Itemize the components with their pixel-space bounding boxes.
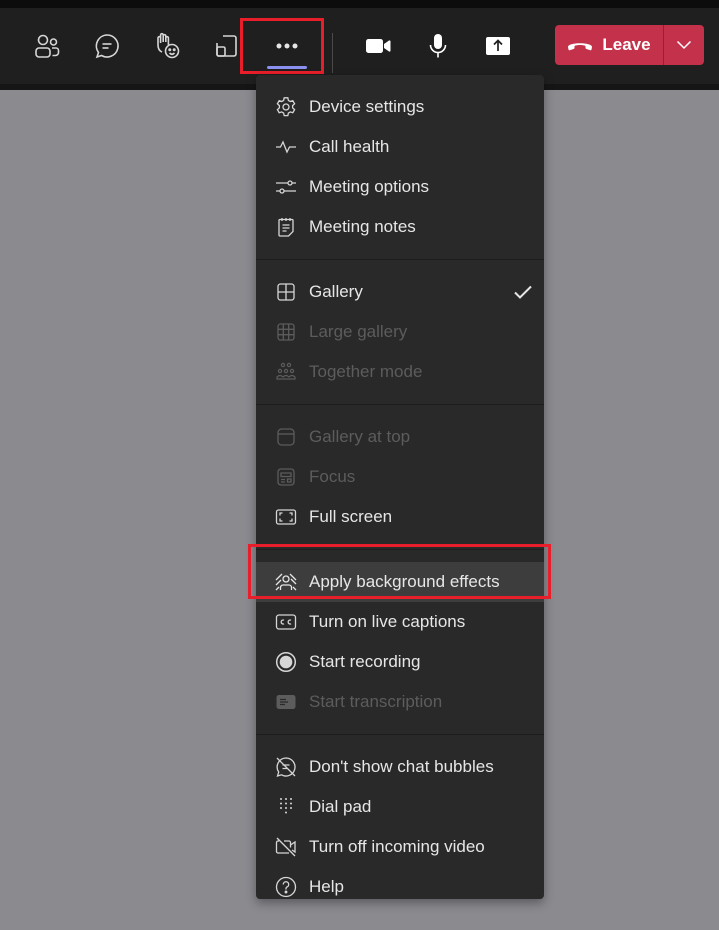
menu-item-focus: Focus [256,457,544,497]
chat-icon [95,34,119,59]
menu-item-start-transcription: Start transcription [256,682,544,722]
share-screen-icon [486,37,510,55]
dialpad-icon [275,796,297,818]
hang-up-icon [568,43,593,51]
menu-item-dial-pad[interactable]: Dial pad [256,787,544,827]
menu-item-help[interactable]: Help [256,867,544,907]
leave-options-button[interactable] [664,25,704,65]
menu-section-meeting-tools: Apply background effects Turn on live ca… [256,550,544,735]
gallery-top-icon [275,426,297,448]
microphone-icon [429,34,447,58]
window-top-edge [0,0,719,8]
captions-icon [275,611,297,633]
menu-item-label: Start transcription [309,692,443,711]
menu-item-label: Large gallery [309,322,408,341]
menu-item-large-gallery: Large gallery [256,312,544,352]
menu-item-label: Help [309,877,344,896]
leave-button[interactable]: Leave [555,25,663,65]
camera-icon [366,39,391,53]
chevron-down-icon [676,40,692,50]
menu-item-label: Start recording [309,652,421,671]
menu-item-live-captions[interactable]: Turn on live captions [256,602,544,642]
focus-icon [275,466,297,488]
menu-item-meeting-options[interactable]: Meeting options [256,167,544,207]
together-mode-icon [275,361,297,383]
menu-section-layout: Gallery Large gallery Together mode [256,260,544,405]
people-icon [35,34,60,58]
menu-item-device-settings[interactable]: Device settings [256,87,544,127]
toolbar-divider [332,33,333,73]
pulse-icon [275,136,297,158]
menu-item-label: Meeting notes [309,217,416,236]
gallery-icon [275,281,297,303]
menu-item-full-screen[interactable]: Full screen [256,497,544,537]
fullscreen-icon [275,506,297,528]
menu-item-label: Together mode [309,362,423,381]
leave-button-group: Leave [555,25,704,65]
record-icon [275,651,297,673]
menu-item-label: Dial pad [309,797,372,816]
video-off-icon [275,836,297,858]
menu-item-label: Apply background effects [309,572,500,591]
menu-item-label: Gallery at top [309,427,411,446]
gear-icon [275,96,297,118]
background-effects-icon [275,571,297,593]
menu-item-apply-background-effects[interactable]: Apply background effects [256,562,544,602]
menu-item-label: Don't show chat bubbles [309,757,494,776]
notes-icon [275,216,297,238]
raise-hand-icon [157,32,180,59]
chat-bubbles-off-icon [275,756,297,778]
annotation-highlight-more [240,18,324,74]
menu-item-label: Gallery [309,282,363,301]
menu-item-call-health[interactable]: Call health [256,127,544,167]
share-screen-button[interactable] [478,24,518,68]
menu-section-view: Gallery at top Focus Full screen [256,405,544,550]
menu-item-label: Call health [309,137,390,156]
camera-button[interactable] [358,24,398,68]
chat-button[interactable] [87,24,127,68]
more-actions-menu: Device settings Call health Meeting opti… [256,75,544,899]
sliders-icon [275,176,297,198]
menu-item-gallery[interactable]: Gallery [256,272,544,312]
share-tray-icon [216,35,237,57]
transcription-icon [275,691,297,713]
menu-item-label: Turn off incoming video [309,837,485,856]
menu-section-misc: Don't show chat bubbles Dial pad Turn of… [256,735,544,919]
help-icon [275,876,297,898]
menu-item-label: Full screen [309,507,393,526]
menu-item-incoming-video[interactable]: Turn off incoming video [256,827,544,867]
meeting-toolbar: Leave [0,8,719,84]
menu-item-together-mode: Together mode [256,352,544,392]
checkmark-icon [512,281,534,308]
menu-item-gallery-at-top: Gallery at top [256,417,544,457]
large-gallery-icon [275,321,297,343]
leave-label: Leave [602,35,651,54]
menu-item-label: Device settings [309,97,425,116]
menu-section-settings: Device settings Call health Meeting opti… [256,75,544,260]
menu-item-start-recording[interactable]: Start recording [256,642,544,682]
menu-item-label: Turn on live captions [309,612,466,631]
people-button[interactable] [27,24,67,68]
menu-item-chat-bubbles[interactable]: Don't show chat bubbles [256,747,544,787]
reactions-button[interactable] [147,24,187,68]
menu-item-label: Meeting options [309,177,430,196]
microphone-button[interactable] [418,24,458,68]
menu-item-meeting-notes[interactable]: Meeting notes [256,207,544,247]
menu-item-label: Focus [309,467,356,486]
